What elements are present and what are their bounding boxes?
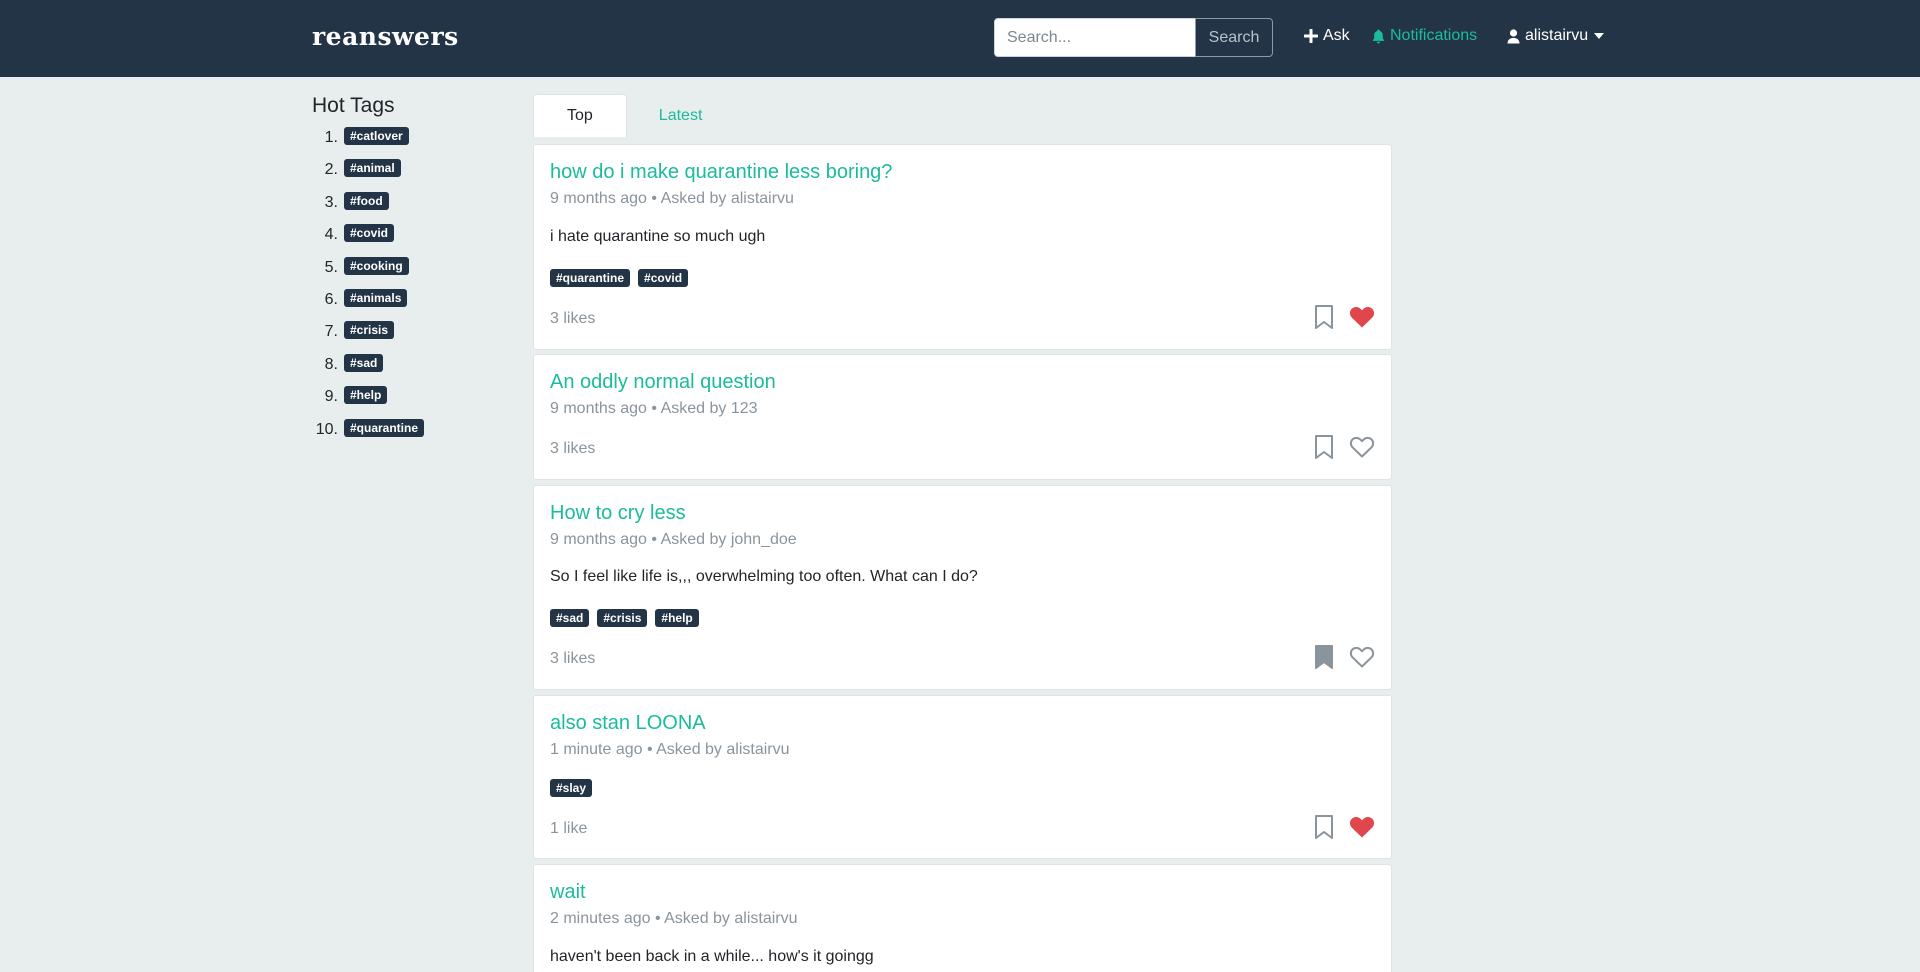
hot-tag-rank: 1.: [324, 129, 338, 146]
question-title[interactable]: also stan LOONA: [550, 712, 706, 735]
question-meta: 9 months ago • Asked by alistairvu: [550, 190, 794, 207]
bell-icon: [1372, 29, 1385, 43]
heart-icon[interactable]: [1349, 305, 1375, 329]
feed-tabs: Top Latest: [533, 94, 734, 137]
question-tag[interactable]: #slay: [550, 779, 593, 797]
question-body: i hate quarantine so much ugh: [550, 228, 766, 245]
notifications-link[interactable]: Notifications: [1372, 27, 1477, 45]
hot-tag-rank: 6.: [324, 290, 338, 308]
notifications-label: Notifications: [1390, 27, 1478, 44]
hot-tag-item: 5. #cooking: [312, 256, 424, 289]
tab-top[interactable]: Top: [533, 94, 627, 137]
hot-tags-list: 1. #catlover 2. #animal 3. #food 4. #covid 5…: [312, 127, 425, 451]
question-tags: #sad #crisis #help: [550, 609, 699, 627]
likes-count: 3 likes: [550, 310, 596, 327]
question-tag[interactable]: #quarantine: [550, 269, 631, 287]
hot-tag-rank: 7.: [324, 323, 338, 341]
hot-tag-badge[interactable]: #covid: [344, 224, 395, 243]
question-title[interactable]: how do i make quarantine less boring?: [550, 161, 892, 184]
hot-tag-item: 1. #catlover: [312, 127, 424, 159]
search-button[interactable]: Search: [1195, 18, 1273, 57]
hot-tags-title: Hot Tags: [312, 94, 395, 117]
hot-tag-item: 6. #animals: [312, 288, 424, 321]
navbar: reanswers Search Ask Notifications alist…: [0, 0, 1920, 77]
likes-count: 3 likes: [550, 650, 596, 667]
likes-count: 1 like: [550, 820, 588, 837]
question-card: also stan LOONA 1 minute ago • Asked by …: [533, 695, 1392, 859]
hot-tag-badge[interactable]: #crisis: [344, 321, 395, 340]
question-meta: 9 months ago • Asked by john_doe: [550, 531, 797, 548]
hot-tag-item: 7. #crisis: [312, 321, 424, 353]
username-label: alistairvu: [1525, 27, 1589, 44]
hot-tag-rank: 9.: [324, 388, 338, 406]
hot-tag-item: 2. #animal: [312, 159, 424, 191]
question-title[interactable]: wait: [550, 881, 586, 904]
question-tag[interactable]: #covid: [638, 269, 689, 287]
hot-tag-rank: 5.: [324, 258, 338, 276]
question-card: How to cry less 9 months ago • Asked by …: [533, 485, 1392, 690]
hot-tag-badge[interactable]: #animal: [344, 159, 401, 178]
hot-tag-badge[interactable]: #sad: [344, 353, 384, 372]
user-menu[interactable]: alistairvu: [1507, 27, 1605, 45]
question-title[interactable]: An oddly normal question: [550, 371, 776, 394]
card-actions: [1313, 434, 1375, 460]
hot-tag-rank: 2.: [324, 161, 338, 179]
hot-tag-item: 10. #quarantine: [312, 418, 425, 451]
heart-icon[interactable]: [1349, 815, 1375, 839]
question-card: An oddly normal question 9 months ago • …: [533, 354, 1392, 480]
question-tags: #quarantine #covid: [550, 269, 689, 287]
question-meta: 2 minutes ago • Asked by alistairvu: [550, 910, 798, 927]
user-icon: [1507, 28, 1520, 43]
hot-tag-badge[interactable]: #quarantine: [344, 418, 425, 437]
search-input[interactable]: [994, 18, 1196, 57]
hot-tag-badge[interactable]: #catlover: [344, 127, 409, 145]
hot-tag-badge[interactable]: #food: [344, 191, 389, 210]
question-meta: 9 months ago • Asked by 123: [550, 400, 758, 417]
question-body: So I feel like life is,,, overwhelming t…: [550, 568, 978, 585]
tab-latest[interactable]: Latest: [627, 94, 735, 137]
question-tag[interactable]: #sad: [550, 609, 590, 627]
question-title[interactable]: How to cry less: [550, 502, 686, 525]
hot-tag-badge[interactable]: #help: [344, 386, 388, 405]
likes-count: 3 likes: [550, 440, 596, 457]
question-tag[interactable]: #crisis: [597, 609, 648, 627]
question-card: how do i make quarantine less boring? 9 …: [533, 144, 1392, 350]
question-meta: 1 minute ago • Asked by alistairvu: [550, 741, 790, 758]
hot-tag-badge[interactable]: #animals: [344, 288, 408, 307]
hot-tag-rank: 10.: [315, 420, 338, 438]
heart-outline-icon[interactable]: [1349, 435, 1375, 459]
bookmark-icon[interactable]: [1313, 434, 1335, 460]
hot-tag-item: 3. #food: [312, 191, 424, 224]
hot-tag-rank: 3.: [324, 193, 338, 211]
question-tags: #slay: [550, 779, 593, 797]
hot-tag-item: 4. #covid: [312, 224, 424, 256]
ask-label: Ask: [1323, 27, 1350, 44]
caret-down-icon: [1594, 33, 1605, 39]
bookmark-filled-icon[interactable]: [1313, 644, 1335, 670]
hot-tag-badge[interactable]: #cooking: [344, 256, 409, 275]
hot-tag-item: 9. #help: [312, 386, 424, 418]
brand-logo[interactable]: reanswers: [312, 22, 459, 51]
card-actions: [1313, 304, 1375, 330]
hot-tag-rank: 8.: [324, 355, 338, 373]
card-actions: [1313, 814, 1375, 840]
card-actions: [1313, 644, 1375, 670]
bookmark-icon[interactable]: [1313, 814, 1335, 840]
question-tag[interactable]: #help: [655, 609, 699, 627]
ask-link[interactable]: Ask: [1304, 27, 1350, 45]
bookmark-icon[interactable]: [1313, 304, 1335, 330]
question-card: wait 2 minutes ago • Asked by alistairvu…: [533, 864, 1392, 972]
hot-tag-rank: 4.: [324, 226, 338, 244]
hot-tag-item: 8. #sad: [312, 353, 424, 386]
question-body: haven't been back in a while... how's it…: [550, 948, 874, 965]
plus-icon: [1304, 29, 1318, 43]
heart-outline-icon[interactable]: [1349, 645, 1375, 669]
